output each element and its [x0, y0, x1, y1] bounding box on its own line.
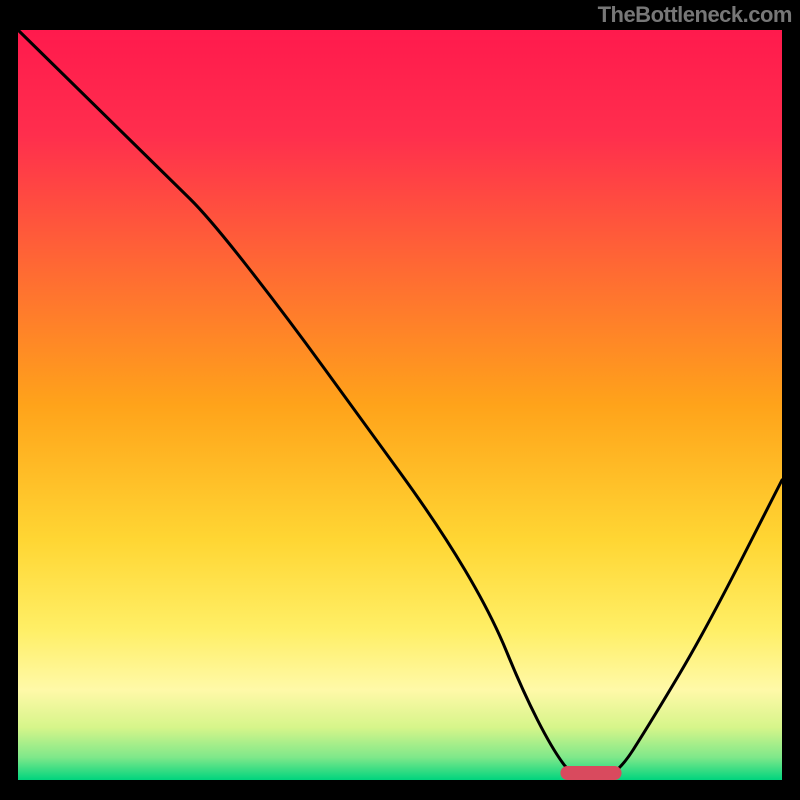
- chart-container: TheBottleneck.com: [0, 0, 800, 800]
- watermark-text: TheBottleneck.com: [598, 2, 792, 28]
- optimal-range-marker: [560, 766, 621, 780]
- chart-svg: [0, 0, 800, 800]
